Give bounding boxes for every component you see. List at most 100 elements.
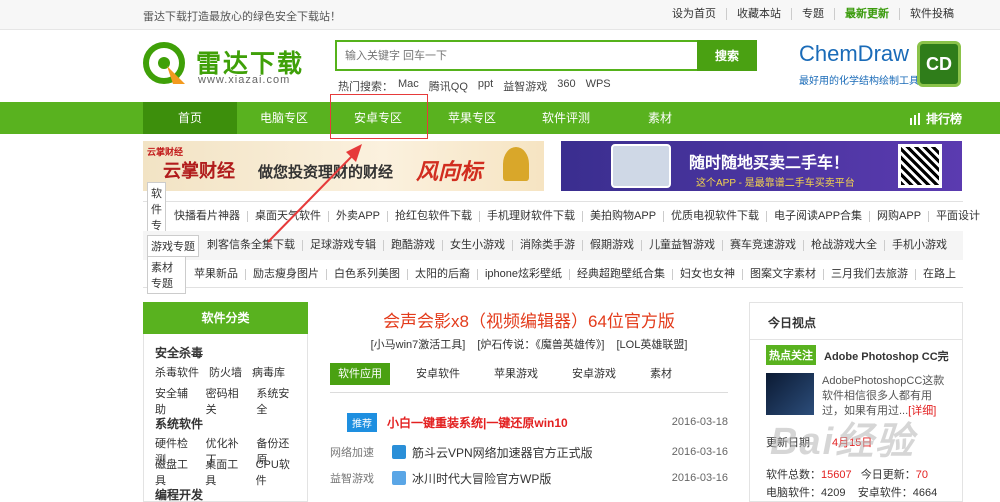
hot-search-item[interactable]: 腾讯QQ bbox=[429, 78, 468, 94]
topic-link[interactable]: 消除类手游 bbox=[512, 240, 582, 251]
tab-software-apps[interactable]: 软件应用 bbox=[330, 363, 390, 385]
total-label: 软件总数： bbox=[766, 469, 821, 481]
featured-title[interactable]: 会声会影x8（视频编辑器）64位官方版 bbox=[330, 307, 728, 332]
sidebar-link[interactable]: 磁盘工具 bbox=[155, 456, 195, 488]
news-date: 2016-03-16 bbox=[671, 446, 728, 458]
topic-link[interactable]: 经典超跑壁纸合集 bbox=[569, 269, 672, 280]
sidebar-section-title[interactable]: 编程开发 bbox=[155, 486, 203, 502]
topics-link[interactable]: 专题 bbox=[791, 8, 834, 20]
submit-software-link[interactable]: 软件投稿 bbox=[899, 8, 964, 20]
logo-icon[interactable] bbox=[143, 42, 189, 88]
featured-sublink[interactable]: [小马win7激活工具] bbox=[371, 336, 466, 352]
chemdraw-ad[interactable]: ChemDraw 最好用的化学结构绘制工具 CD bbox=[795, 39, 963, 91]
topic-link[interactable]: 电子阅读APP合集 bbox=[766, 211, 869, 222]
topic-link[interactable]: 抢红包软件下载 bbox=[387, 211, 479, 222]
topic-link[interactable]: 苹果新品 bbox=[192, 269, 245, 280]
topic-link[interactable]: 白色系列美图 bbox=[325, 269, 407, 280]
topic-link[interactable]: 网购APP bbox=[869, 211, 928, 222]
photoshop-thumbnail[interactable] bbox=[766, 373, 814, 415]
topic-link[interactable]: 励志瘦身图片 bbox=[244, 269, 326, 280]
sidebar-link[interactable]: 防火墙 bbox=[209, 364, 242, 380]
topic-link[interactable]: 美拍购物APP bbox=[582, 211, 663, 222]
hot-search-item[interactable]: WPS bbox=[586, 78, 611, 94]
used-car-banner[interactable]: 随时随地买卖二手车！ 这个APP - 是最靠谱二手车买卖平台 bbox=[561, 141, 962, 191]
nav-reviews[interactable]: 软件评测 bbox=[519, 102, 613, 134]
nav-materials[interactable]: 素材 bbox=[613, 102, 707, 134]
latest-updates-link[interactable]: 最新更新 bbox=[834, 8, 899, 20]
topic-link[interactable]: 赛车竞速游戏 bbox=[722, 240, 803, 251]
topic-category[interactable]: 游戏专题 bbox=[147, 234, 199, 257]
news-title[interactable]: 小白一键重装系统|一键还原win10 bbox=[387, 414, 672, 431]
panel-title: 今日视点 bbox=[768, 316, 817, 330]
topic-link[interactable]: 跑酷游戏 bbox=[383, 240, 442, 251]
news-row: 益智游戏 冰川时代大冒险官方WP版 2016-03-16 bbox=[330, 467, 728, 489]
set-homepage-link[interactable]: 设为首页 bbox=[662, 8, 726, 20]
pc-software-count: 电脑软件：4209 bbox=[766, 487, 846, 499]
tab-android-software[interactable]: 安卓软件 bbox=[408, 363, 468, 385]
software-category-sidebar: 软件分类 安全杀毒 杀毒软件 防火墙 病毒库 安全辅助 密码相关 系统安全 系统… bbox=[143, 302, 308, 502]
topic-link[interactable]: 太阳的后裔 bbox=[406, 269, 477, 280]
news-title[interactable]: 冰川时代大冒险官方WP版 bbox=[412, 470, 672, 487]
banner2-subtitle: 这个APP - 是最靠谱二手车买卖平台 bbox=[696, 178, 855, 189]
sidebar-link[interactable]: 系统安全 bbox=[256, 385, 297, 417]
news-category[interactable]: 网络加速 bbox=[330, 444, 374, 460]
topic-link[interactable]: 枪战游戏大全 bbox=[803, 240, 884, 251]
featured-sublinks: [小马win7激活工具] [炉石传说：《魔兽英雄传》] [LOL英雄联盟] bbox=[330, 336, 728, 352]
topic-link[interactable]: 假期游戏 bbox=[582, 240, 641, 251]
nav-pc[interactable]: 电脑专区 bbox=[237, 102, 331, 134]
trophy-icon bbox=[503, 147, 529, 181]
nav-apple[interactable]: 苹果专区 bbox=[425, 102, 519, 134]
qr-code-icon bbox=[898, 144, 942, 188]
sidebar-link[interactable]: CPU软件 bbox=[256, 456, 297, 488]
hot-searches: 热门搜索： Mac 腾讯QQ ppt 益智游戏 360 WPS bbox=[338, 78, 621, 94]
topic-link[interactable]: 三月我们去旅游 bbox=[823, 269, 915, 280]
app-icon bbox=[392, 471, 406, 485]
today-focus-panel: 今日视点 热点关注 Adobe Photoshop CC完 AdobePhoto… bbox=[749, 302, 963, 502]
news-title[interactable]: 筋斗云VPN网络加速器官方正式版 bbox=[412, 444, 672, 461]
search-button[interactable]: 搜索 bbox=[697, 40, 757, 71]
content-tabs: 软件应用 安卓软件 苹果游戏 安卓游戏 素材 bbox=[330, 363, 728, 393]
tab-materials[interactable]: 素材 bbox=[642, 363, 680, 385]
topic-link[interactable]: 优质电视软件下载 bbox=[663, 211, 766, 222]
recommend-badge: 推荐 bbox=[347, 412, 377, 432]
tab-android-games[interactable]: 安卓游戏 bbox=[564, 363, 624, 385]
material-topic-row: 素材专题 苹果新品 励志瘦身图片 白色系列美图 太阳的后裔 iphone炫彩壁纸… bbox=[143, 255, 963, 294]
news-date: 2016-03-16 bbox=[671, 472, 728, 484]
phone-image bbox=[611, 144, 671, 188]
tab-apple-games[interactable]: 苹果游戏 bbox=[486, 363, 546, 385]
featured-sublink[interactable]: [炉石传说：《魔兽英雄传》] bbox=[477, 336, 604, 352]
sidebar-section-title[interactable]: 安全杀毒 bbox=[155, 344, 203, 361]
topic-link[interactable]: 图案文字素材 bbox=[742, 269, 823, 280]
topic-link[interactable]: iphone炫彩壁纸 bbox=[476, 269, 569, 280]
sidebar-link[interactable]: 安全辅助 bbox=[155, 385, 196, 417]
topic-link[interactable]: 女生小游戏 bbox=[442, 240, 512, 251]
sidebar-link[interactable]: 杀毒软件 bbox=[155, 364, 199, 380]
hot-search-item[interactable]: ppt bbox=[478, 78, 493, 94]
sidebar-link[interactable]: 密码相关 bbox=[206, 385, 247, 417]
sidebar-link[interactable]: 病毒库 bbox=[252, 364, 285, 380]
bookmark-link[interactable]: 收藏本站 bbox=[726, 8, 791, 20]
topic-category[interactable]: 素材专题 bbox=[147, 255, 186, 294]
ranking-link[interactable]: 排行榜 bbox=[910, 110, 962, 127]
hot-search-item[interactable]: Mac bbox=[398, 78, 419, 94]
featured-sublink[interactable]: [LOL英雄联盟] bbox=[616, 336, 687, 352]
hot-search-item[interactable]: 360 bbox=[557, 78, 575, 94]
banner-signature: 风向标 bbox=[416, 159, 483, 184]
topic-link[interactable]: 手机理财软件下载 bbox=[479, 211, 582, 222]
topic-link[interactable]: 妇女也女神 bbox=[672, 269, 742, 280]
search-input[interactable] bbox=[335, 40, 697, 71]
topic-link[interactable]: 在路上 bbox=[915, 269, 963, 280]
topic-link[interactable]: 平面设计 bbox=[928, 211, 987, 222]
android-software-count: 安卓软件：4664 bbox=[857, 487, 938, 499]
hot-focus-title[interactable]: Adobe Photoshop CC完 bbox=[824, 348, 949, 364]
ad-title: ChemDraw bbox=[799, 41, 910, 66]
site-slogan: 雷达下载打造最放心的绿色安全下载站！ bbox=[143, 11, 341, 23]
sidebar-section-title[interactable]: 系统软件 bbox=[155, 415, 203, 432]
topic-link[interactable]: 手机小游戏 bbox=[884, 240, 954, 251]
nav-home[interactable]: 首页 bbox=[143, 102, 237, 134]
hot-search-item[interactable]: 益智游戏 bbox=[503, 78, 547, 94]
topic-link[interactable]: 儿童益智游戏 bbox=[641, 240, 722, 251]
news-category[interactable]: 益智游戏 bbox=[330, 470, 374, 486]
topic-link[interactable]: 快播看片神器 bbox=[172, 211, 247, 222]
sidebar-link[interactable]: 桌面工具 bbox=[205, 456, 245, 488]
